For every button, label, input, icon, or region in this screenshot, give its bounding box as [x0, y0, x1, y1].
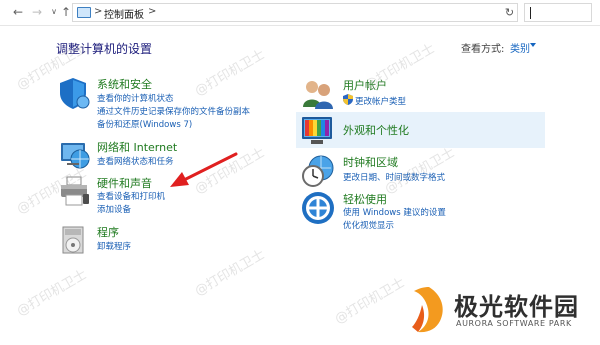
- users-icon[interactable]: [301, 77, 335, 111]
- breadcrumb-control-panel[interactable]: 控制面板: [104, 6, 144, 21]
- ease-of-access-icon[interactable]: [301, 191, 335, 225]
- back-arrow-icon[interactable]: ←: [10, 4, 26, 20]
- aurora-logo-icon: [412, 287, 443, 333]
- category-title[interactable]: 时钟和区域: [343, 154, 398, 170]
- view-by-dropdown[interactable]: 类别: [510, 40, 530, 55]
- brand-name-cn: 极光软件园: [454, 293, 579, 321]
- category-link[interactable]: 查看你的计算机状态: [97, 92, 174, 104]
- address-bar[interactable]: > 控制面板 > ⌄: [72, 3, 555, 22]
- text-cursor: [530, 7, 531, 19]
- forward-arrow-icon[interactable]: →: [29, 4, 45, 20]
- category-link[interactable]: 使用 Windows 建议的设置: [343, 206, 446, 218]
- breadcrumb-separator: >: [94, 6, 103, 17]
- category-link[interactable]: 卸载程序: [97, 240, 131, 252]
- breadcrumb-separator[interactable]: >: [148, 6, 156, 17]
- category-link[interactable]: 查看设备和打印机: [97, 190, 165, 202]
- category-title[interactable]: 系统和安全: [97, 76, 152, 92]
- category-link[interactable]: 备份和还原(Windows 7): [97, 118, 192, 130]
- appearance-monitor-icon[interactable]: [301, 114, 335, 148]
- search-input[interactable]: [524, 3, 592, 22]
- chevron-down-icon[interactable]: [530, 43, 536, 47]
- category-title[interactable]: 硬件和声音: [97, 175, 152, 191]
- navigation-bar: ← → ∨ ↑ > 控制面板 > ⌄ ↻: [0, 0, 600, 26]
- watermark: @打印机卫士: [362, 41, 438, 94]
- clock-globe-icon[interactable]: [301, 154, 335, 188]
- category-link[interactable]: 更改帐户类型: [355, 95, 406, 107]
- control-panel-icon: [77, 7, 91, 18]
- brand-logo: 极光软件园 AURORA SOFTWARE PARK: [410, 285, 598, 341]
- brand-name-en: AURORA SOFTWARE PARK: [456, 319, 572, 328]
- category-link[interactable]: 优化视觉显示: [343, 219, 394, 231]
- uac-shield-icon: [343, 94, 353, 105]
- category-link[interactable]: 添加设备: [97, 203, 131, 215]
- refresh-icon[interactable]: ↻: [502, 3, 518, 22]
- view-by-label: 查看方式:: [461, 44, 505, 55]
- category-title[interactable]: 轻松使用: [343, 191, 387, 207]
- category-title[interactable]: 外观和个性化: [343, 122, 409, 138]
- category-link[interactable]: 查看网络状态和任务: [97, 155, 174, 167]
- category-title[interactable]: 程序: [97, 224, 119, 240]
- watermark: @打印机卫士: [14, 267, 90, 320]
- programs-disc-icon[interactable]: [58, 223, 92, 257]
- shield-icon[interactable]: [58, 76, 92, 110]
- category-link[interactable]: 通过文件历史记录保存你的文件备份副本: [97, 105, 250, 117]
- category-title[interactable]: 网络和 Internet: [97, 139, 177, 155]
- watermark: @打印机卫士: [192, 247, 268, 300]
- watermark: @打印机卫士: [332, 275, 408, 328]
- watermark: @打印机卫士: [192, 47, 268, 100]
